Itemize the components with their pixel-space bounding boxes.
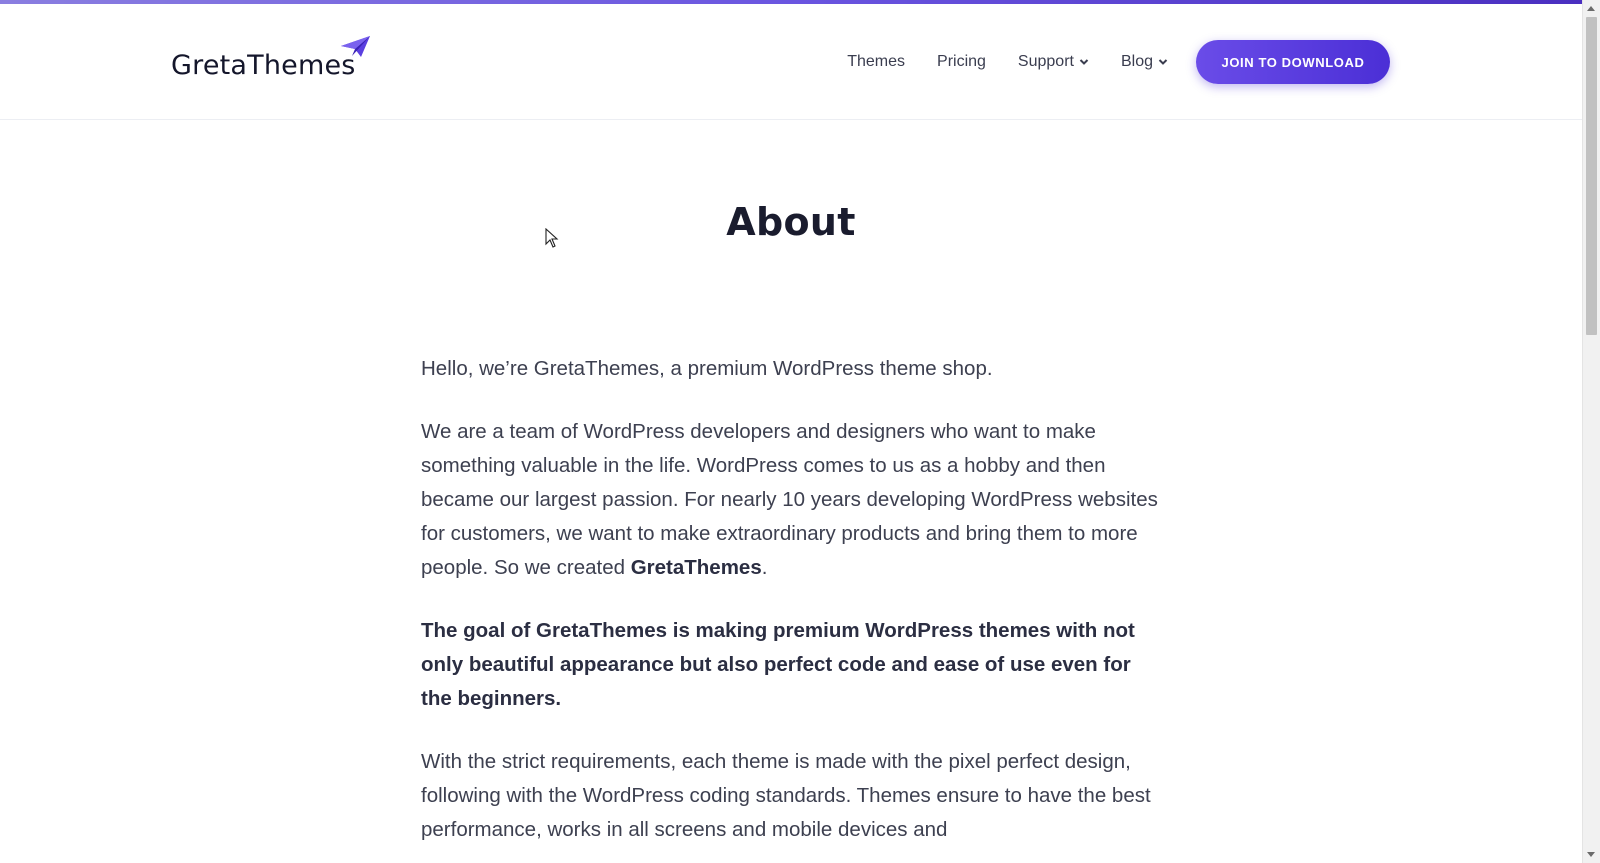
nav-item-label: Support [1017,53,1074,70]
vertical-scrollbar[interactable] [1582,0,1600,863]
nav-item-blog[interactable]: Blog [1121,53,1168,71]
intro-paragraph: Hello, we’re GretaThemes, a premium Word… [421,357,993,380]
chevron-down-icon [1158,59,1168,65]
brand-name-strong: GretaThemes [630,556,762,579]
goal-paragraph: The goal of GretaThemes is making premiu… [421,619,1135,710]
nav-item-themes[interactable]: Themes [847,53,905,71]
scroll-down-arrow-icon[interactable] [1587,852,1595,857]
page-title: About [726,200,856,244]
requirements-paragraph: With the strict requirements, each theme… [421,750,1151,841]
nav-item-label: Themes [847,53,906,70]
browser-viewport: GretaThemes Themes Pricing Support Blog … [0,0,1600,863]
site-header: GretaThemes Themes Pricing Support Blog … [0,4,1582,120]
chevron-down-icon [1079,59,1089,65]
main-nav: Themes Pricing Support Blog JOIN TO DOWN… [847,4,1582,120]
team-paragraph-end: . [761,556,768,579]
scrollbar-thumb[interactable] [1586,17,1597,335]
about-content: Hello, we’re GretaThemes, a premium Word… [421,352,1161,863]
join-to-download-button[interactable]: JOIN TO DOWNLOAD [1196,40,1390,84]
team-paragraph-text: We are a team of WordPress developers an… [421,420,1158,579]
team-paragraph: We are a team of WordPress developers an… [421,415,1161,585]
nav-item-pricing[interactable]: Pricing [937,53,986,71]
page: GretaThemes Themes Pricing Support Blog … [0,0,1582,863]
nav-item-support[interactable]: Support [1018,53,1089,71]
logo-text: GretaThemes [171,50,356,81]
nav-item-label: Pricing [937,53,986,70]
mouse-cursor-icon [545,228,559,248]
paper-plane-icon [341,36,370,57]
logo[interactable]: GretaThemes [171,36,370,84]
nav-item-label: Blog [1120,53,1153,70]
scroll-up-arrow-icon[interactable] [1587,6,1595,11]
